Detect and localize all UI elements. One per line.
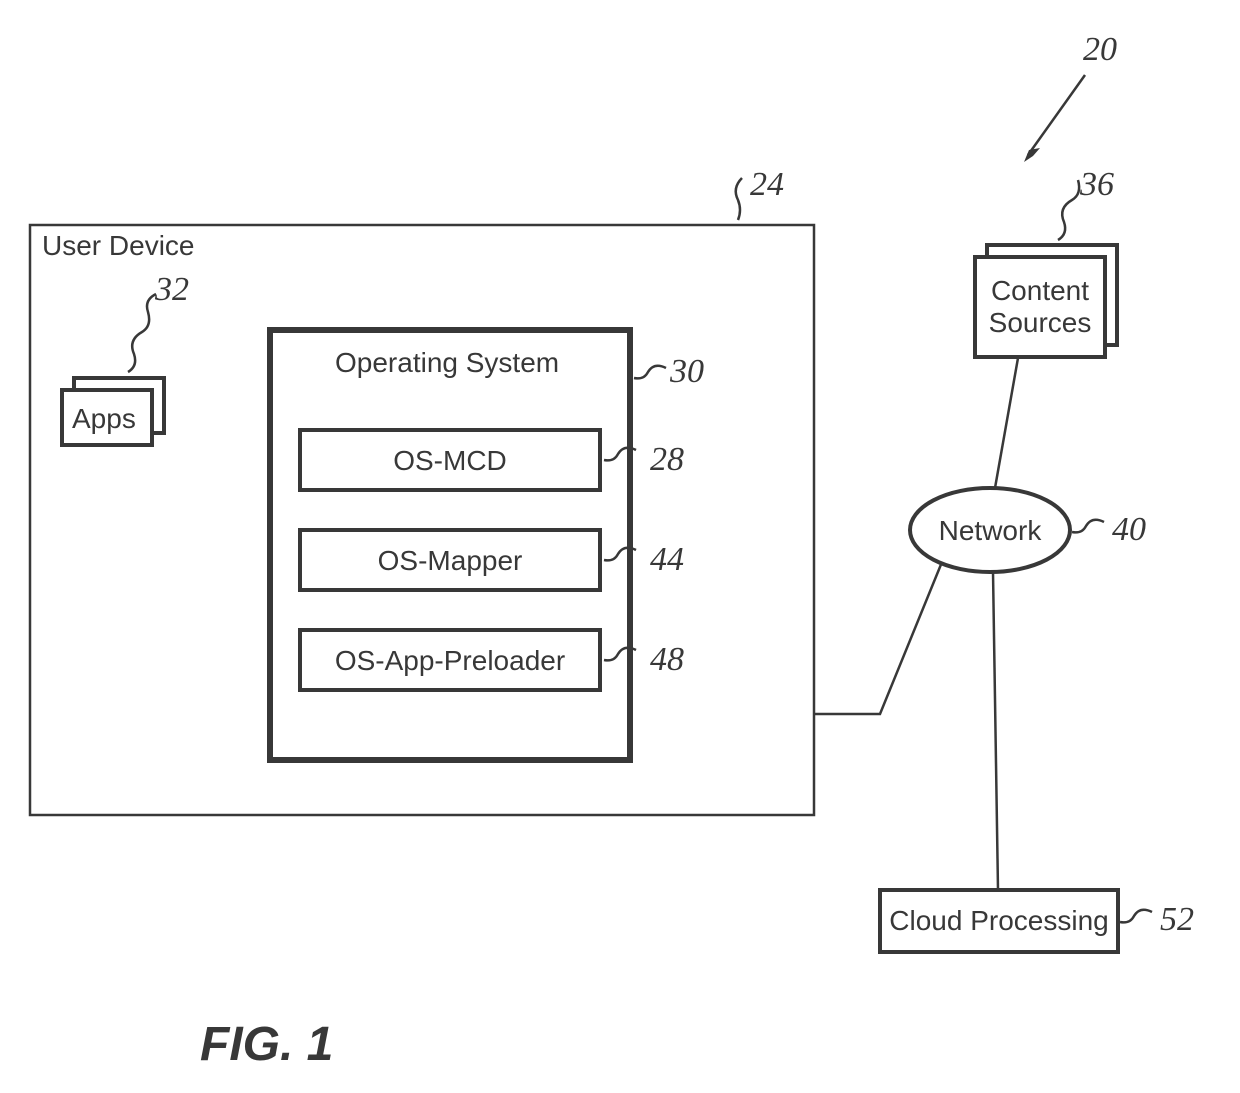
ref-network-squiggle <box>1072 520 1104 533</box>
figure-caption: FIG. 1 <box>200 1018 333 1071</box>
ref-os-mcd-number: 28 <box>650 441 684 478</box>
ref-cloud-number: 52 <box>1160 901 1194 938</box>
cloud-processing-label: Cloud Processing <box>889 905 1108 936</box>
cloud-processing-box: Cloud Processing 52 <box>880 890 1194 952</box>
apps-label: Apps <box>72 403 136 434</box>
ref-cloud-squiggle <box>1120 910 1152 923</box>
ref-apps-number: 32 <box>154 271 189 308</box>
ref-user-device-number: 24 <box>750 166 784 203</box>
ref-content-sources-squiggle <box>1058 180 1079 240</box>
ref-content-sources-number: 36 <box>1079 166 1114 203</box>
ref-os-number: 30 <box>669 353 704 390</box>
os-preloader-label: OS-App-Preloader <box>335 645 565 676</box>
figure-1-diagram: 20 User Device 24 Apps 32 Operating Syst… <box>0 0 1240 1093</box>
content-sources-l1: Content <box>991 275 1089 306</box>
os-mcd-label: OS-MCD <box>393 445 507 476</box>
network-label: Network <box>939 515 1043 546</box>
operating-system-label: Operating System <box>335 347 559 378</box>
ref-network-number: 40 <box>1112 511 1146 548</box>
ref-system-number: 20 <box>1083 31 1117 68</box>
ref-os-mapper-number: 44 <box>650 541 684 578</box>
user-device-label: User Device <box>42 230 194 261</box>
ref-user-device-squiggle <box>736 178 742 220</box>
link-device-network <box>814 562 942 714</box>
link-content-network <box>995 358 1018 488</box>
os-mapper-label: OS-Mapper <box>378 545 523 576</box>
ref-os-preloader-number: 48 <box>650 641 684 678</box>
content-sources-box: Content Sources 36 <box>975 166 1117 357</box>
content-sources-l2: Sources <box>989 307 1092 338</box>
network-node: Network 40 <box>910 488 1146 572</box>
link-network-cloud <box>993 572 998 890</box>
ref-system: 20 <box>1024 31 1117 162</box>
connectors <box>814 358 1018 890</box>
